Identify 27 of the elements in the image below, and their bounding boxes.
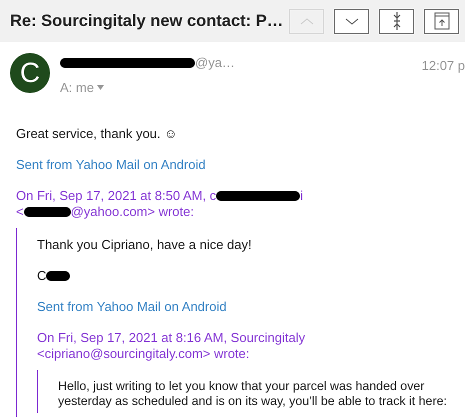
recipient-label: A: me (60, 79, 94, 97)
quoted-message-text: Hello, just writing to let you know that your parcel was handed over yesterday as scheduled and is on its way, you’ll be able to track it here: (58, 379, 448, 409)
collapse-button[interactable] (379, 8, 414, 34)
message-text: Great service, thank you. ☺ (16, 126, 178, 142)
redaction-mark (46, 271, 70, 281)
quote-attribution: i (300, 188, 304, 204)
quote-attribution: < (16, 204, 24, 220)
quote-attribution: @yahoo.com> wrote: (70, 204, 194, 220)
collapse-icon (392, 11, 401, 31)
pop-out-button[interactable] (424, 8, 460, 34)
signature-link[interactable]: Sent from Yahoo Mail on Android (37, 299, 465, 315)
pop-out-icon (434, 12, 450, 30)
email-subject: Re: Sourcingitaly new contact: P… (10, 11, 284, 32)
quoted-message-text: Thank you Cipriano, have a nice day! (37, 237, 253, 253)
timestamp: 12:07 p (422, 57, 465, 75)
quote-attribution: On Fri, Sep 17, 2021 at 8:50 AM, c (16, 188, 216, 204)
dropdown-caret-icon[interactable] (96, 85, 104, 90)
next-button[interactable] (334, 8, 370, 34)
chevron-down-icon (344, 18, 359, 24)
signature-link[interactable]: Sent from Yahoo Mail on Android (16, 157, 465, 173)
sign-off: C (37, 268, 46, 284)
quote-attribution: On Fri, Sep 17, 2021 at 8:16 AM, Sourcingitaly (37, 330, 306, 346)
sender-address: @ya… (195, 54, 235, 72)
quote-attribution: <cipriano@sourcingitaly.com> wrote: (37, 346, 250, 362)
redaction-mark (24, 207, 71, 217)
avatar: C (10, 53, 50, 93)
chevron-up-icon (300, 18, 314, 24)
